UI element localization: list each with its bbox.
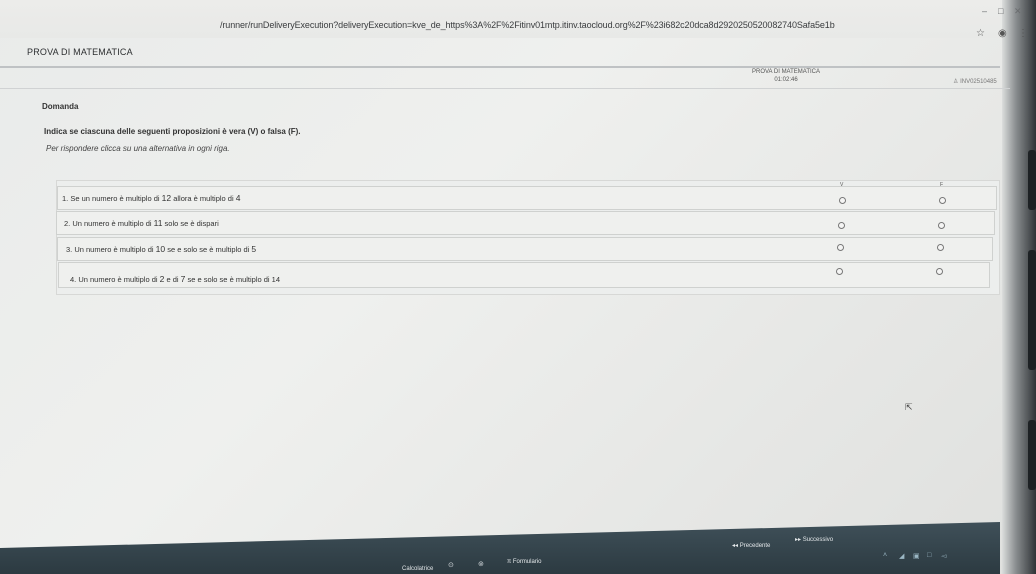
section-label: Domanda xyxy=(42,102,79,111)
timer: 01:02:46 xyxy=(774,77,798,83)
radio-row3-true[interactable] xyxy=(837,244,844,251)
app-header: PROVA DI MATEMATICA xyxy=(0,40,1000,66)
next-icon: ▸▸ xyxy=(795,537,802,543)
formulario-button[interactable]: π Formulario xyxy=(507,559,542,565)
header-divider xyxy=(0,66,1000,68)
statement-4: 4. Un numero è multiplo di 2 e di 7 se e… xyxy=(70,274,281,284)
user-icon: ♙ xyxy=(953,79,959,85)
radio-row2-false[interactable] xyxy=(938,222,945,229)
radio-row3-false[interactable] xyxy=(937,244,944,251)
calculator-button[interactable]: Calcolatrice xyxy=(402,566,433,572)
radio-row2-true[interactable] xyxy=(838,222,845,229)
next-button[interactable]: ▸▸ Successivo xyxy=(795,536,833,543)
user-id: INV02510485 xyxy=(960,79,997,85)
tray-network-icon[interactable]: ◢ xyxy=(899,552,904,560)
close-icon[interactable]: ✕ xyxy=(1014,6,1022,17)
ruler-icon[interactable]: ⊚ xyxy=(478,560,484,568)
settings-icon[interactable]: ⊙ xyxy=(448,561,454,569)
tray-volume-icon[interactable]: ◅ xyxy=(941,552,946,560)
tray-app-icon[interactable]: ▣ xyxy=(913,552,920,560)
radio-row4-false[interactable] xyxy=(936,268,943,275)
monitor-edge xyxy=(1002,0,1036,574)
bookmark-star-icon[interactable]: ☆ xyxy=(976,28,985,39)
test-info: PROVA DI MATEMATICA 01:02:46 xyxy=(752,68,820,84)
tray-display-icon[interactable]: □ xyxy=(927,552,931,559)
url-text[interactable]: /runner/runDeliveryExecution?deliveryExe… xyxy=(220,20,835,30)
browser-url-bar[interactable]: /runner/runDeliveryExecution?deliveryExe… xyxy=(0,0,1028,39)
user-info: ♙ INV02510485 xyxy=(953,78,997,85)
matrix-row-1: 1. Se un numero è multiplo di 12 allora … xyxy=(57,186,997,210)
matrix-row-2: 2. Un numero è multiplo di 11 solo se è … xyxy=(56,211,995,235)
question-instruction: Per rispondere clicca su una alternativa… xyxy=(46,144,230,153)
radio-row4-true[interactable] xyxy=(836,268,843,275)
radio-row1-false[interactable] xyxy=(939,197,946,204)
matrix-row-4: 4. Un numero è multiplo di 2 e di 7 se e… xyxy=(58,262,990,288)
menu-icon[interactable]: ⋮ xyxy=(1018,28,1028,39)
nav-divider xyxy=(0,88,1010,89)
matrix-row-3: 3. Un numero è multiplo di 10 se e solo … xyxy=(57,237,993,261)
mouse-cursor-icon: ⇱ xyxy=(905,402,913,412)
minimize-icon[interactable]: – xyxy=(982,6,987,16)
test-name: PROVA DI MATEMATICA xyxy=(752,69,821,75)
pi-icon: π xyxy=(507,559,512,565)
tray-chevron-icon[interactable]: ˄ xyxy=(883,552,887,559)
previous-icon: ◂◂ xyxy=(732,543,739,549)
previous-button[interactable]: ◂◂ Precedente xyxy=(732,542,770,549)
radio-row1-true[interactable] xyxy=(839,197,846,204)
profile-icon[interactable]: ◉ xyxy=(998,28,1007,39)
question-prompt: Indica se ciascuna delle seguenti propos… xyxy=(44,127,301,136)
statement-2: 2. Un numero è multiplo di 11 solo se è … xyxy=(64,218,219,228)
page-title: PROVA DI MATEMATICA xyxy=(27,47,133,57)
maximize-icon[interactable]: □ xyxy=(998,6,1003,16)
statement-3: 3. Un numero è multiplo di 10 se e solo … xyxy=(66,244,257,254)
statement-1: 1. Se un numero è multiplo di 12 allora … xyxy=(62,193,241,203)
